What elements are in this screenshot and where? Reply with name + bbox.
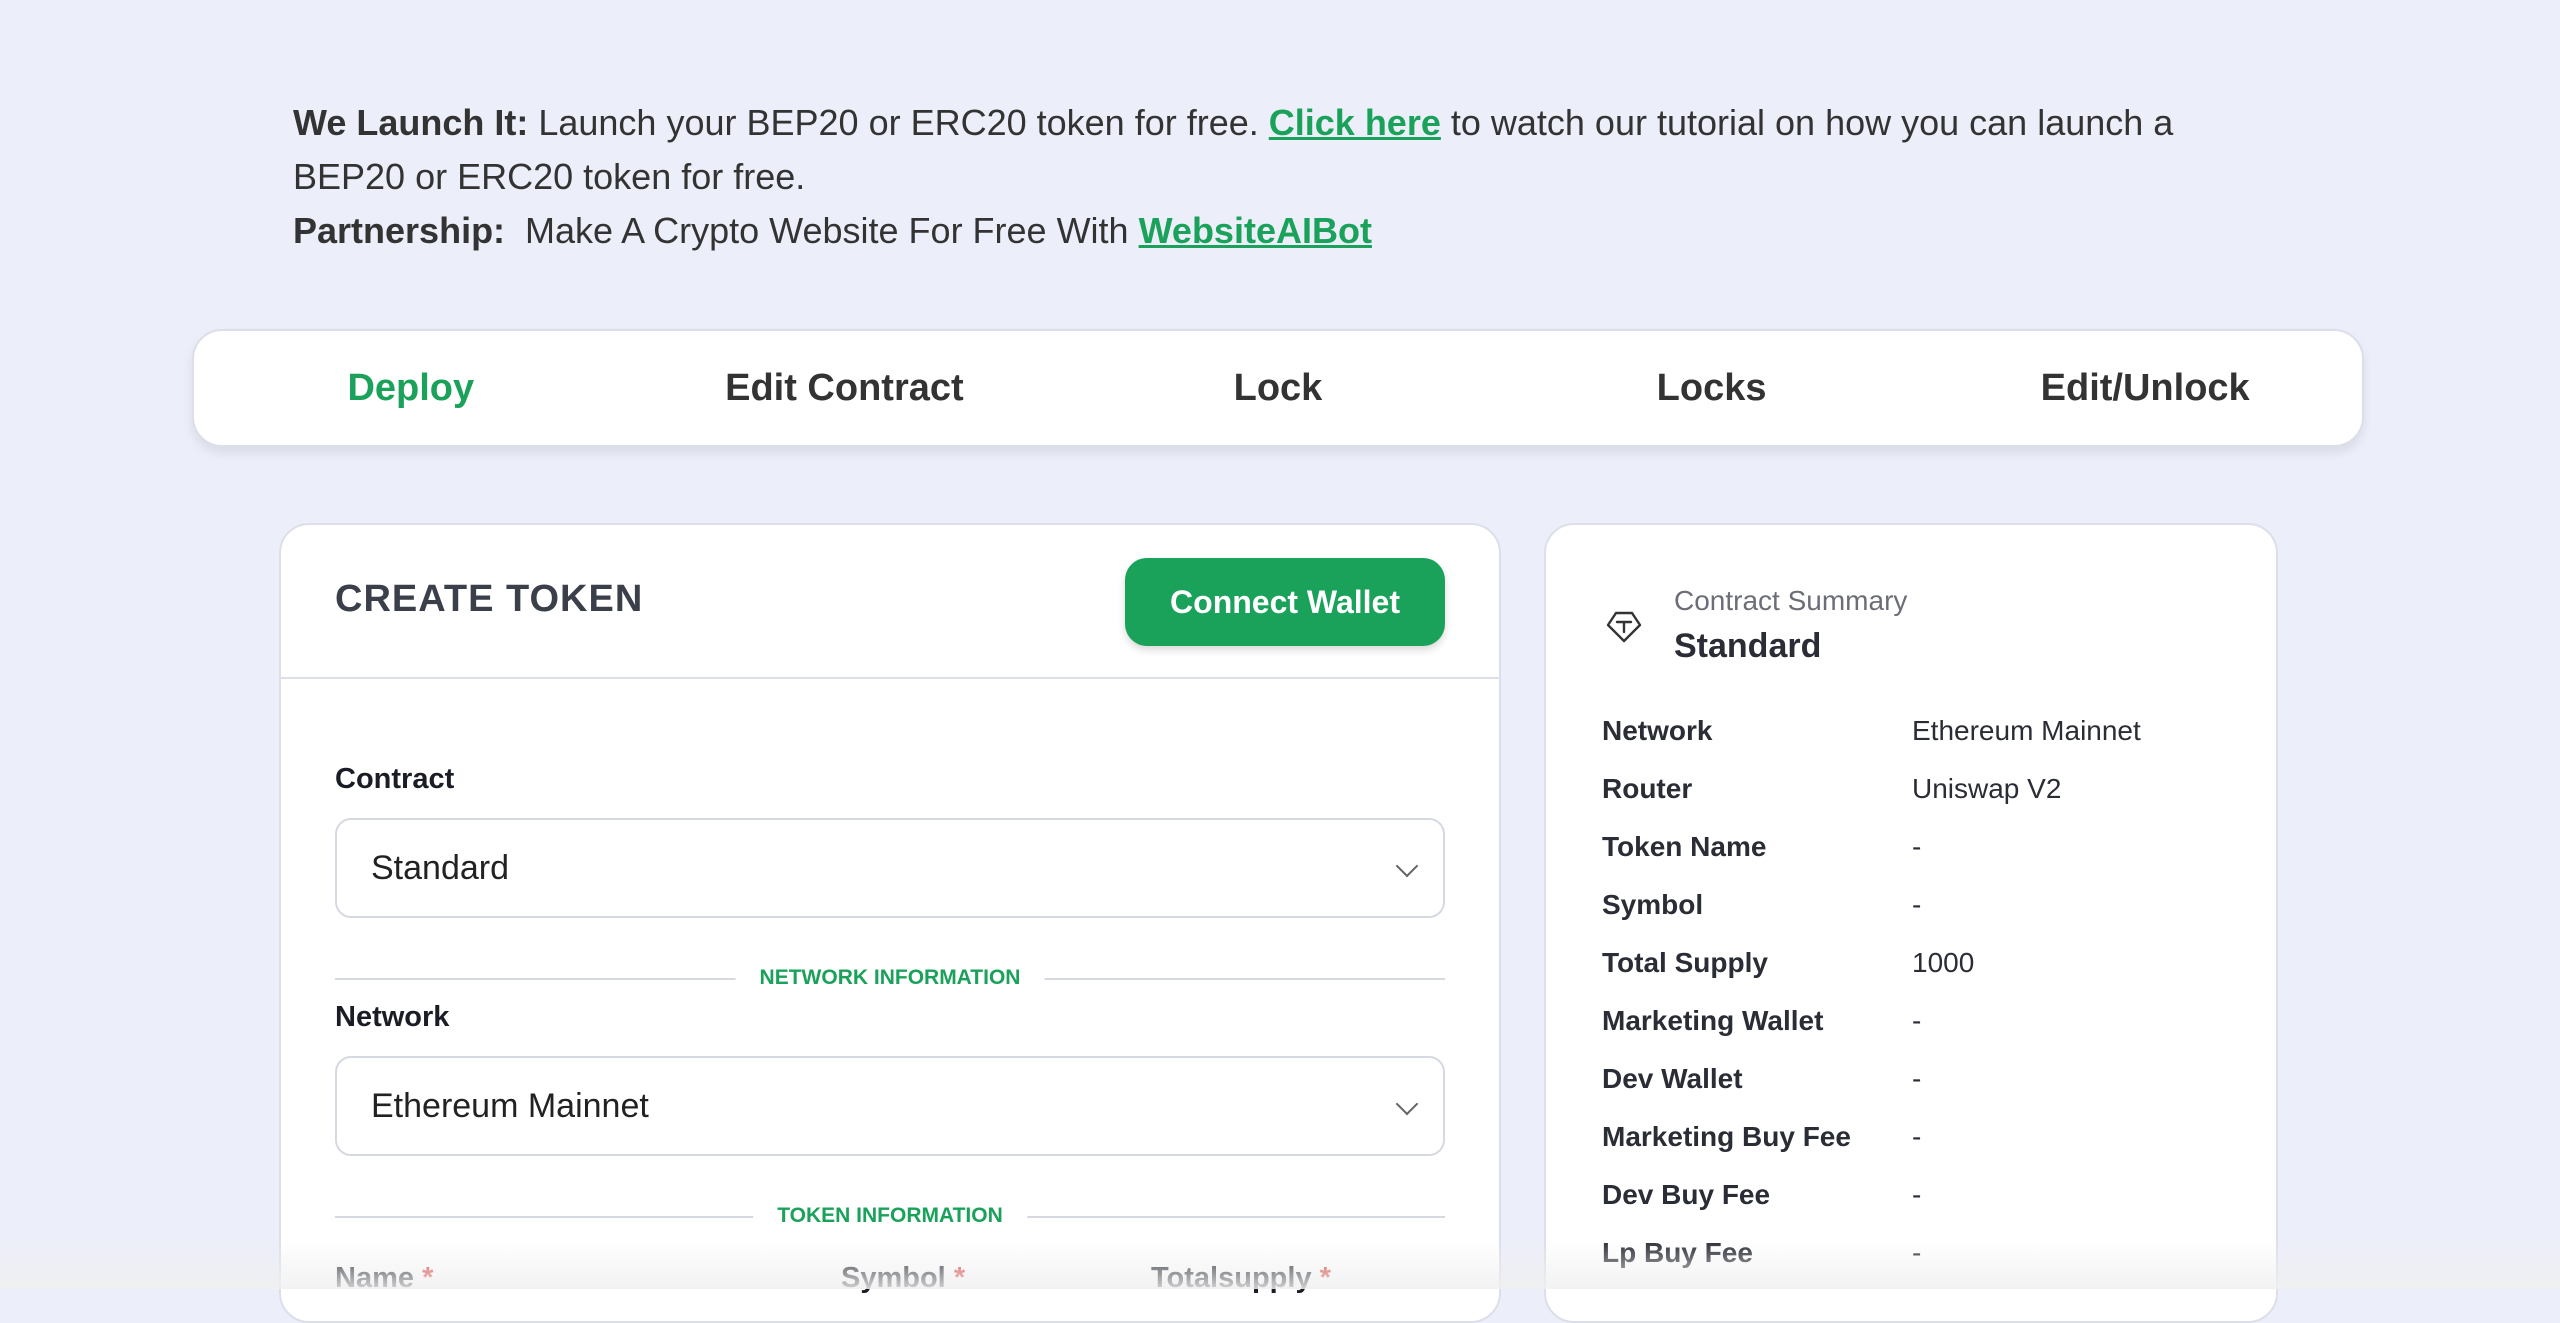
name-label-text: Name [335,1262,414,1294]
summary-row-key: Dev Buy Fee [1602,1179,1771,1210]
token-icon [1606,611,1642,643]
symbol-label: Symbol * [841,1262,965,1295]
required-mark: * [953,1262,966,1294]
tab-deploy[interactable]: Deploy [194,367,628,410]
chevron-down-icon [1395,1092,1419,1116]
partnership-heading: Partnership: [293,210,506,251]
summary-row-key: Marketing Wallet [1602,1005,1824,1036]
contract-select[interactable]: Standard [335,818,1445,918]
connect-wallet-button[interactable]: Connect Wallet [1125,558,1445,646]
summary-row-value: Ethereum Mainnet [1912,715,2141,746]
summary-row-key: Marketing Buy Fee [1602,1121,1851,1152]
chevron-down-icon [1395,854,1419,878]
token-section-label: TOKEN INFORMATION [753,1204,1027,1228]
announcement-banner: We Launch It: Launch your BEP20 or ERC20… [293,96,2213,258]
network-select[interactable]: Ethereum Mainnet [335,1056,1445,1156]
summary-row-value: - [1912,889,1922,920]
websiteaibot-link[interactable]: WebsiteAIBot [1139,210,1372,251]
summary-subtitle: Contract Summary [1674,585,1908,616]
create-token-card: CREATE TOKEN Connect Wallet Contract Sta… [279,523,1501,1323]
summary-row-key: Network [1602,715,1713,746]
tab-edit-contract[interactable]: Edit Contract [628,367,1062,410]
symbol-label-text: Symbol [841,1262,946,1294]
summary-row-value: - [1912,831,1922,862]
tutorial-link[interactable]: Click here [1269,102,1441,143]
summary-row-value: - [1912,1179,1922,1210]
totalsupply-label: Totalsupply * [1151,1262,1331,1295]
contract-label: Contract [335,763,455,795]
network-section-divider: NETWORK INFORMATION [335,966,1445,990]
summary-row-value: 1000 [1912,947,1975,978]
summary-title: Standard [1674,627,1822,665]
partnership-text: Make A Crypto Website For Free With [505,210,1139,251]
summary-row-key: Total Supply [1602,947,1768,978]
contract-summary-card: Contract Summary Standard Network Ethereu… [1544,523,2278,1323]
launch-line: We Launch It: Launch your BEP20 or ERC20… [293,96,2213,204]
summary-row-key: Dev Wallet [1602,1063,1743,1094]
launch-text: Launch your BEP20 or ERC20 token for fre… [528,102,1269,143]
tab-edit-unlock[interactable]: Edit/Unlock [1928,367,2362,410]
summary-row-key: Token Name [1602,831,1767,862]
summary-row-value: - [1912,1237,1922,1268]
required-mark: * [1319,1262,1331,1294]
tab-lock[interactable]: Lock [1061,367,1495,410]
name-label: Name * [335,1262,433,1295]
summary-row-value: - [1912,1121,1922,1152]
tab-locks[interactable]: Locks [1495,367,1929,410]
partnership-line: Partnership: Make A Crypto Website For F… [293,204,2213,258]
create-token-header: CREATE TOKEN Connect Wallet [281,525,1499,679]
required-mark: * [422,1262,434,1294]
create-token-title: CREATE TOKEN [335,578,644,620]
main-tabs: Deploy Edit Contract Lock Locks Edit/Unl… [192,329,2364,447]
contract-select-value: Standard [371,848,509,887]
network-section-label: NETWORK INFORMATION [735,966,1045,990]
token-section-divider: TOKEN INFORMATION [335,1204,1445,1228]
launch-heading: We Launch It: [293,102,529,143]
summary-row-value: Uniswap V2 [1912,773,2062,804]
network-select-value: Ethereum Mainnet [371,1086,649,1125]
network-label: Network [335,1001,450,1033]
totalsupply-label-text: Totalsupply [1151,1262,1312,1294]
summary-row-key: Router [1602,773,1693,804]
summary-row-value: - [1912,1063,1922,1094]
summary-row-key: Lp Buy Fee [1602,1237,1753,1268]
summary-row-key: Symbol [1602,889,1704,920]
summary-row-value: - [1912,1005,1922,1036]
